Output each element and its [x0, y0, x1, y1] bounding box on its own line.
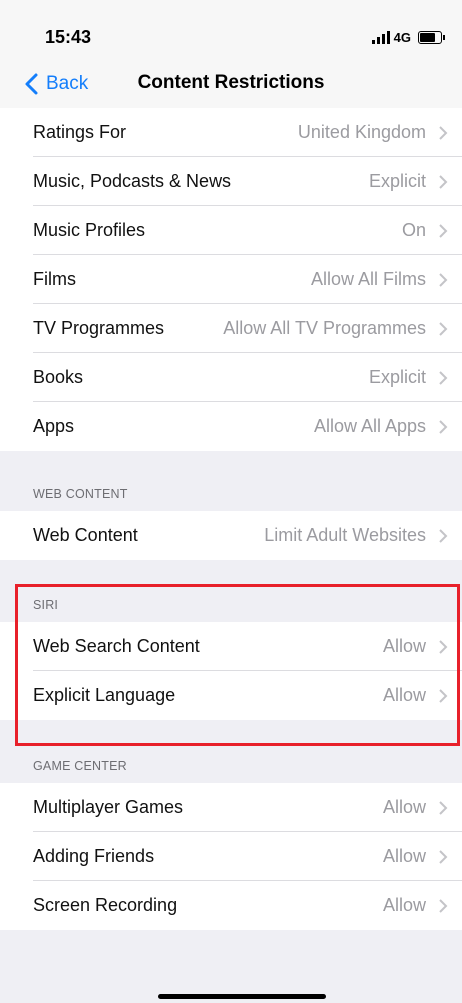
row-explicit-language[interactable]: Explicit Language Allow — [0, 671, 462, 720]
row-apps[interactable]: Apps Allow All Apps — [0, 402, 462, 451]
battery-icon — [418, 30, 445, 44]
status-bar: 15:43 4G — [0, 0, 462, 60]
row-web-content[interactable]: Web Content Limit Adult Websites — [0, 511, 462, 560]
row-screen-recording[interactable]: Screen Recording Allow — [0, 881, 462, 930]
row-value: United Kingdom — [297, 122, 426, 142]
row-value: Allow — [382, 895, 426, 915]
chevron-right-icon — [439, 223, 448, 238]
row-label: Adding Friends — [33, 846, 155, 866]
row-films[interactable]: Films Allow All Films — [0, 255, 462, 304]
row-value: Allow — [382, 685, 426, 705]
row-value: Allow — [382, 846, 426, 866]
row-value: Allow All Films — [310, 269, 426, 289]
row-label: Music Profiles — [33, 220, 146, 240]
status-time: 15:43 — [45, 27, 92, 47]
chevron-right-icon — [439, 639, 448, 654]
row-books[interactable]: Books Explicit — [0, 353, 462, 402]
row-value: Allow All Apps — [313, 416, 426, 436]
row-label: Music, Podcasts & News — [33, 171, 232, 191]
row-label: TV Programmes — [33, 318, 165, 338]
row-music-podcasts-news[interactable]: Music, Podcasts & News Explicit — [0, 157, 462, 206]
chevron-right-icon — [439, 174, 448, 189]
chevron-right-icon — [439, 800, 448, 815]
row-tv-programmes[interactable]: TV Programmes Allow All TV Programmes — [0, 304, 462, 353]
home-indicator[interactable] — [158, 994, 326, 999]
row-label: Explicit Language — [33, 685, 176, 705]
row-value: Explicit — [368, 367, 426, 387]
row-label: Films — [33, 269, 76, 289]
chevron-right-icon — [439, 272, 448, 287]
row-web-search-content[interactable]: Web Search Content Allow — [0, 622, 462, 671]
section-header-game-center: GAME CENTER — [33, 759, 127, 773]
chevron-right-icon — [439, 688, 448, 703]
row-value: Explicit — [368, 171, 426, 191]
store-restrictions-group: Ratings For United Kingdom Music, Podcas… — [0, 108, 462, 451]
page-title: Content Restrictions — [137, 72, 325, 93]
chevron-right-icon — [439, 370, 448, 385]
section-header-web-content: WEB CONTENT — [33, 487, 128, 501]
section-header-siri: SIRI — [33, 598, 59, 612]
row-adding-friends[interactable]: Adding Friends Allow — [0, 832, 462, 881]
row-label: Ratings For — [33, 122, 127, 142]
row-label: Web Search Content — [33, 636, 200, 656]
row-value: Limit Adult Websites — [264, 525, 426, 545]
row-music-profiles[interactable]: Music Profiles On — [0, 206, 462, 255]
signal-icon — [371, 30, 390, 44]
row-multiplayer-games[interactable]: Multiplayer Games Allow — [0, 783, 462, 832]
row-value: Allow — [382, 636, 426, 656]
chevron-right-icon — [439, 125, 448, 140]
row-value: Allow — [382, 797, 426, 817]
chevron-right-icon — [439, 419, 448, 434]
row-label: Multiplayer Games — [33, 797, 184, 817]
row-label: Screen Recording — [33, 895, 178, 915]
chevron-right-icon — [439, 898, 448, 913]
row-value: On — [401, 220, 426, 240]
row-label: Books — [33, 367, 84, 387]
status-indicators: 4G — [371, 26, 445, 48]
web-content-group: Web Content Limit Adult Websites — [0, 511, 462, 560]
chevron-right-icon — [439, 849, 448, 864]
row-label: Web Content — [33, 525, 138, 545]
navigation-bar: Back Content Restrictions — [0, 60, 462, 108]
chevron-right-icon — [439, 321, 448, 336]
chevron-right-icon — [439, 528, 448, 543]
siri-group: Web Search Content Allow Explicit Langua… — [0, 622, 462, 720]
game-center-group: Multiplayer Games Allow Adding Friends A… — [0, 783, 462, 930]
row-label: Apps — [33, 416, 75, 436]
network-label: 4G — [393, 29, 411, 45]
row-ratings-for[interactable]: Ratings For United Kingdom — [0, 108, 462, 157]
row-value: Allow All TV Programmes — [223, 318, 426, 338]
